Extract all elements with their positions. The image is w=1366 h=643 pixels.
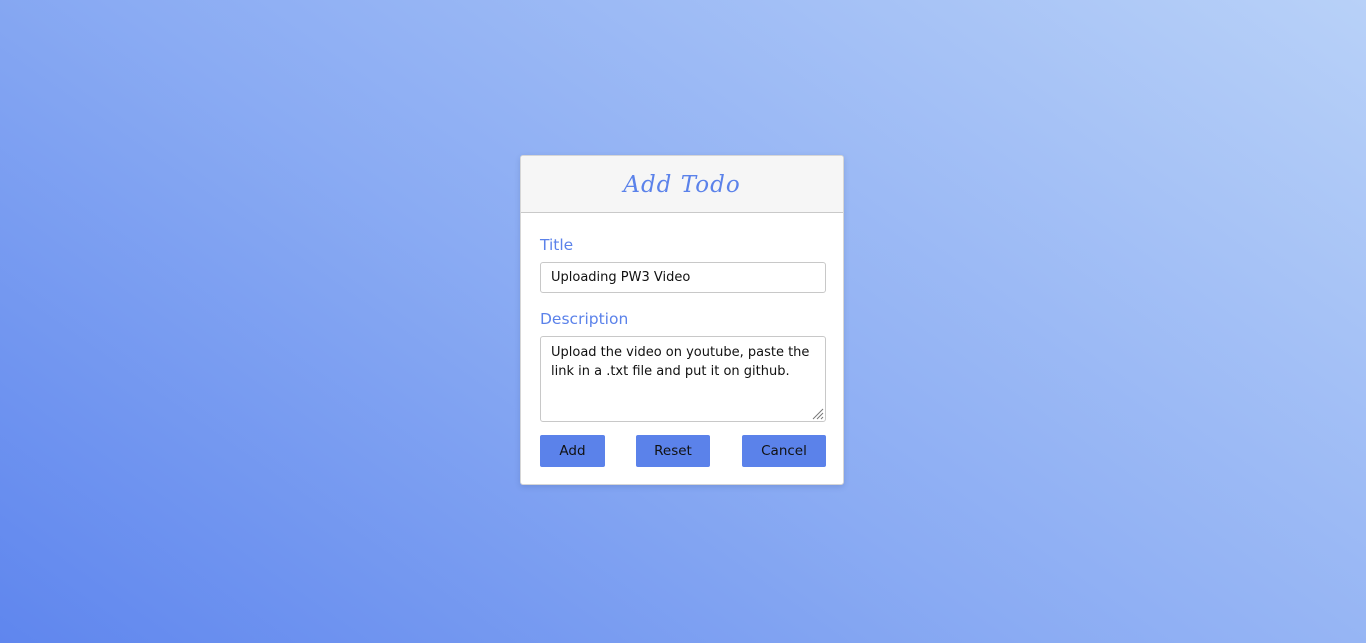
resize-grip-icon[interactable] xyxy=(812,408,824,420)
reset-button[interactable]: Reset xyxy=(636,435,710,467)
description-textarea[interactable]: Upload the video on youtube, paste the l… xyxy=(540,336,826,422)
card-body: Title Description Upload the video on yo… xyxy=(521,213,843,467)
card-header: Add Todo xyxy=(521,156,843,213)
title-input[interactable] xyxy=(540,262,826,293)
add-button[interactable]: Add xyxy=(540,435,605,467)
description-label: Description xyxy=(540,310,629,328)
description-field: Upload the video on youtube, paste the l… xyxy=(540,336,826,422)
add-todo-card: Add Todo Title Description Upload the vi… xyxy=(520,155,844,485)
card-title: Add Todo xyxy=(623,172,741,198)
button-row: Add Reset Cancel xyxy=(540,435,826,467)
title-label: Title xyxy=(540,236,574,254)
cancel-button[interactable]: Cancel xyxy=(742,435,826,467)
